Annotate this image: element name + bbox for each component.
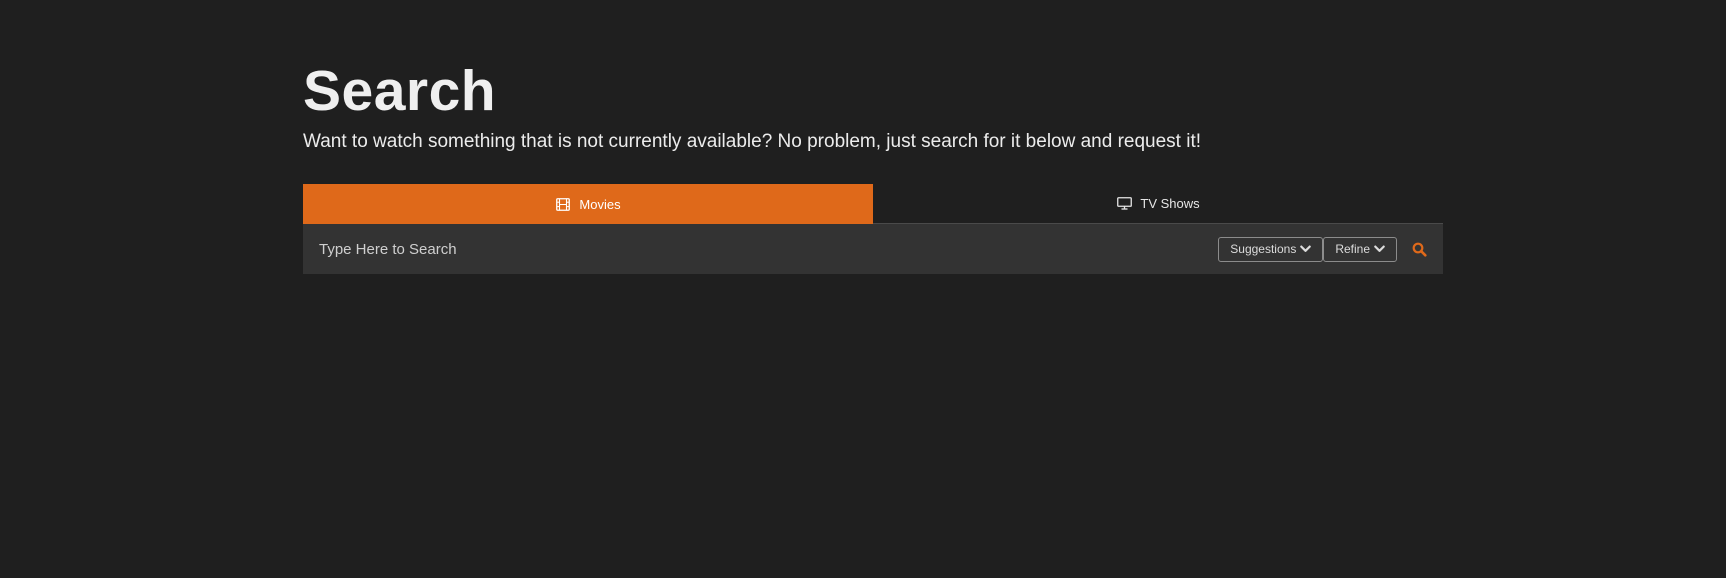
suggestions-button[interactable]: Suggestions	[1218, 236, 1324, 262]
chevron-down-icon	[1374, 245, 1385, 253]
search-input[interactable]	[319, 234, 1219, 264]
tab-movies-label: Movies	[579, 196, 621, 212]
search-type-tabs: Movies TV Shows	[303, 184, 1443, 224]
refine-button[interactable]: Refine	[1323, 236, 1397, 262]
tab-tv-shows[interactable]: TV Shows	[873, 184, 1443, 224]
tab-tv-shows-label: TV Shows	[1140, 196, 1200, 211]
refine-label: Refine	[1335, 242, 1370, 256]
suggestions-label: Suggestions	[1230, 242, 1297, 256]
film-icon	[555, 197, 571, 211]
tab-movies[interactable]: Movies	[303, 184, 873, 224]
chevron-down-icon	[1300, 245, 1312, 253]
search-bar: Suggestions Refine	[303, 224, 1443, 274]
tv-icon	[1116, 197, 1132, 211]
page-subtitle: Want to watch something that is not curr…	[303, 131, 1202, 152]
search-page: Search Want to watch something that is n…	[303, 0, 1443, 274]
search-icon[interactable]	[1409, 239, 1429, 259]
page-title: Search	[303, 59, 497, 123]
